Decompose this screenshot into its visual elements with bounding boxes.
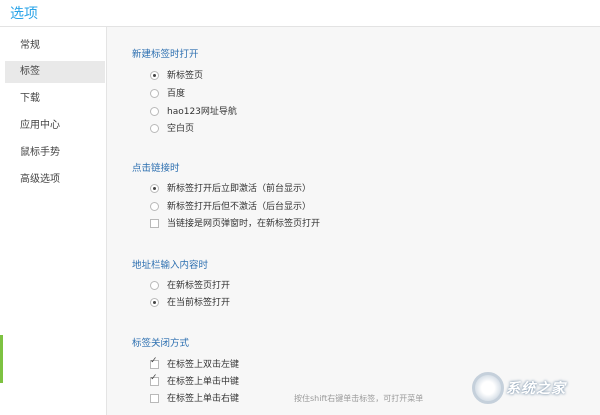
section-title-click-link: 点击链接时: [132, 163, 180, 174]
option-label: 新标签页: [167, 71, 204, 81]
radio-button[interactable]: [150, 202, 159, 211]
sidebar-item-mouse-gestures[interactable]: 鼠标手势: [5, 142, 105, 164]
radio-button[interactable]: [150, 184, 159, 193]
sidebar-item-advanced[interactable]: 高级选项: [5, 169, 105, 191]
sidebar: 常规 标签 下载 应用中心 鼠标手势 高级选项: [0, 27, 107, 415]
watermark-logo: 系统之家: [466, 368, 596, 410]
checkbox[interactable]: [150, 394, 159, 403]
option-label: 当链接是网页弹窗时，在新标签页打开: [167, 219, 321, 229]
watermark-globe-icon: [472, 372, 504, 404]
watermark-text: 系统之家: [506, 381, 566, 397]
window-title: 选项: [10, 6, 38, 22]
right-click-hint: 按住shift右键单击标签，可打开菜单: [294, 394, 424, 403]
sidebar-item-general[interactable]: 常规: [5, 35, 105, 57]
option-label: 新标签打开后但不激活（后台显示）: [167, 202, 312, 212]
radio-button[interactable]: [150, 298, 159, 307]
section-title-new-tab: 新建标签时打开: [132, 49, 199, 60]
option-label: 在标签上单击中键: [167, 377, 240, 387]
title-bar: 选项: [0, 0, 600, 27]
option-label: hao123网址导航: [167, 107, 237, 117]
sidebar-accent-bar: [0, 335, 3, 383]
checkmark-icon: ✓: [150, 373, 158, 383]
option-label: 新标签打开后立即激活（前台显示）: [167, 184, 312, 194]
radio-button[interactable]: [150, 124, 159, 133]
radio-button[interactable]: [150, 281, 159, 290]
sidebar-item-tabs[interactable]: 标签: [5, 61, 105, 83]
radio-button[interactable]: [150, 107, 159, 116]
radio-button[interactable]: [150, 71, 159, 80]
option-label: 在当前标签打开: [167, 298, 231, 308]
section-title-close-tab: 标签关闭方式: [132, 338, 190, 349]
option-label: 空白页: [167, 124, 195, 134]
checkbox[interactable]: [150, 219, 159, 228]
sidebar-item-app-center[interactable]: 应用中心: [5, 115, 105, 137]
option-label: 在标签上双击左键: [167, 360, 240, 370]
option-label: 在标签上单击右键: [167, 394, 240, 404]
option-label: 在新标签页打开: [167, 281, 231, 291]
option-label: 百度: [167, 89, 186, 99]
sidebar-item-downloads[interactable]: 下载: [5, 88, 105, 110]
section-title-address-bar: 地址栏输入内容时: [132, 260, 209, 271]
radio-button[interactable]: [150, 89, 159, 98]
checkmark-icon: ✓: [150, 356, 158, 366]
settings-panel: 新建标签时打开 新标签页 百度 hao123网址导航 空白页 点击链接时 新标签…: [107, 27, 600, 415]
